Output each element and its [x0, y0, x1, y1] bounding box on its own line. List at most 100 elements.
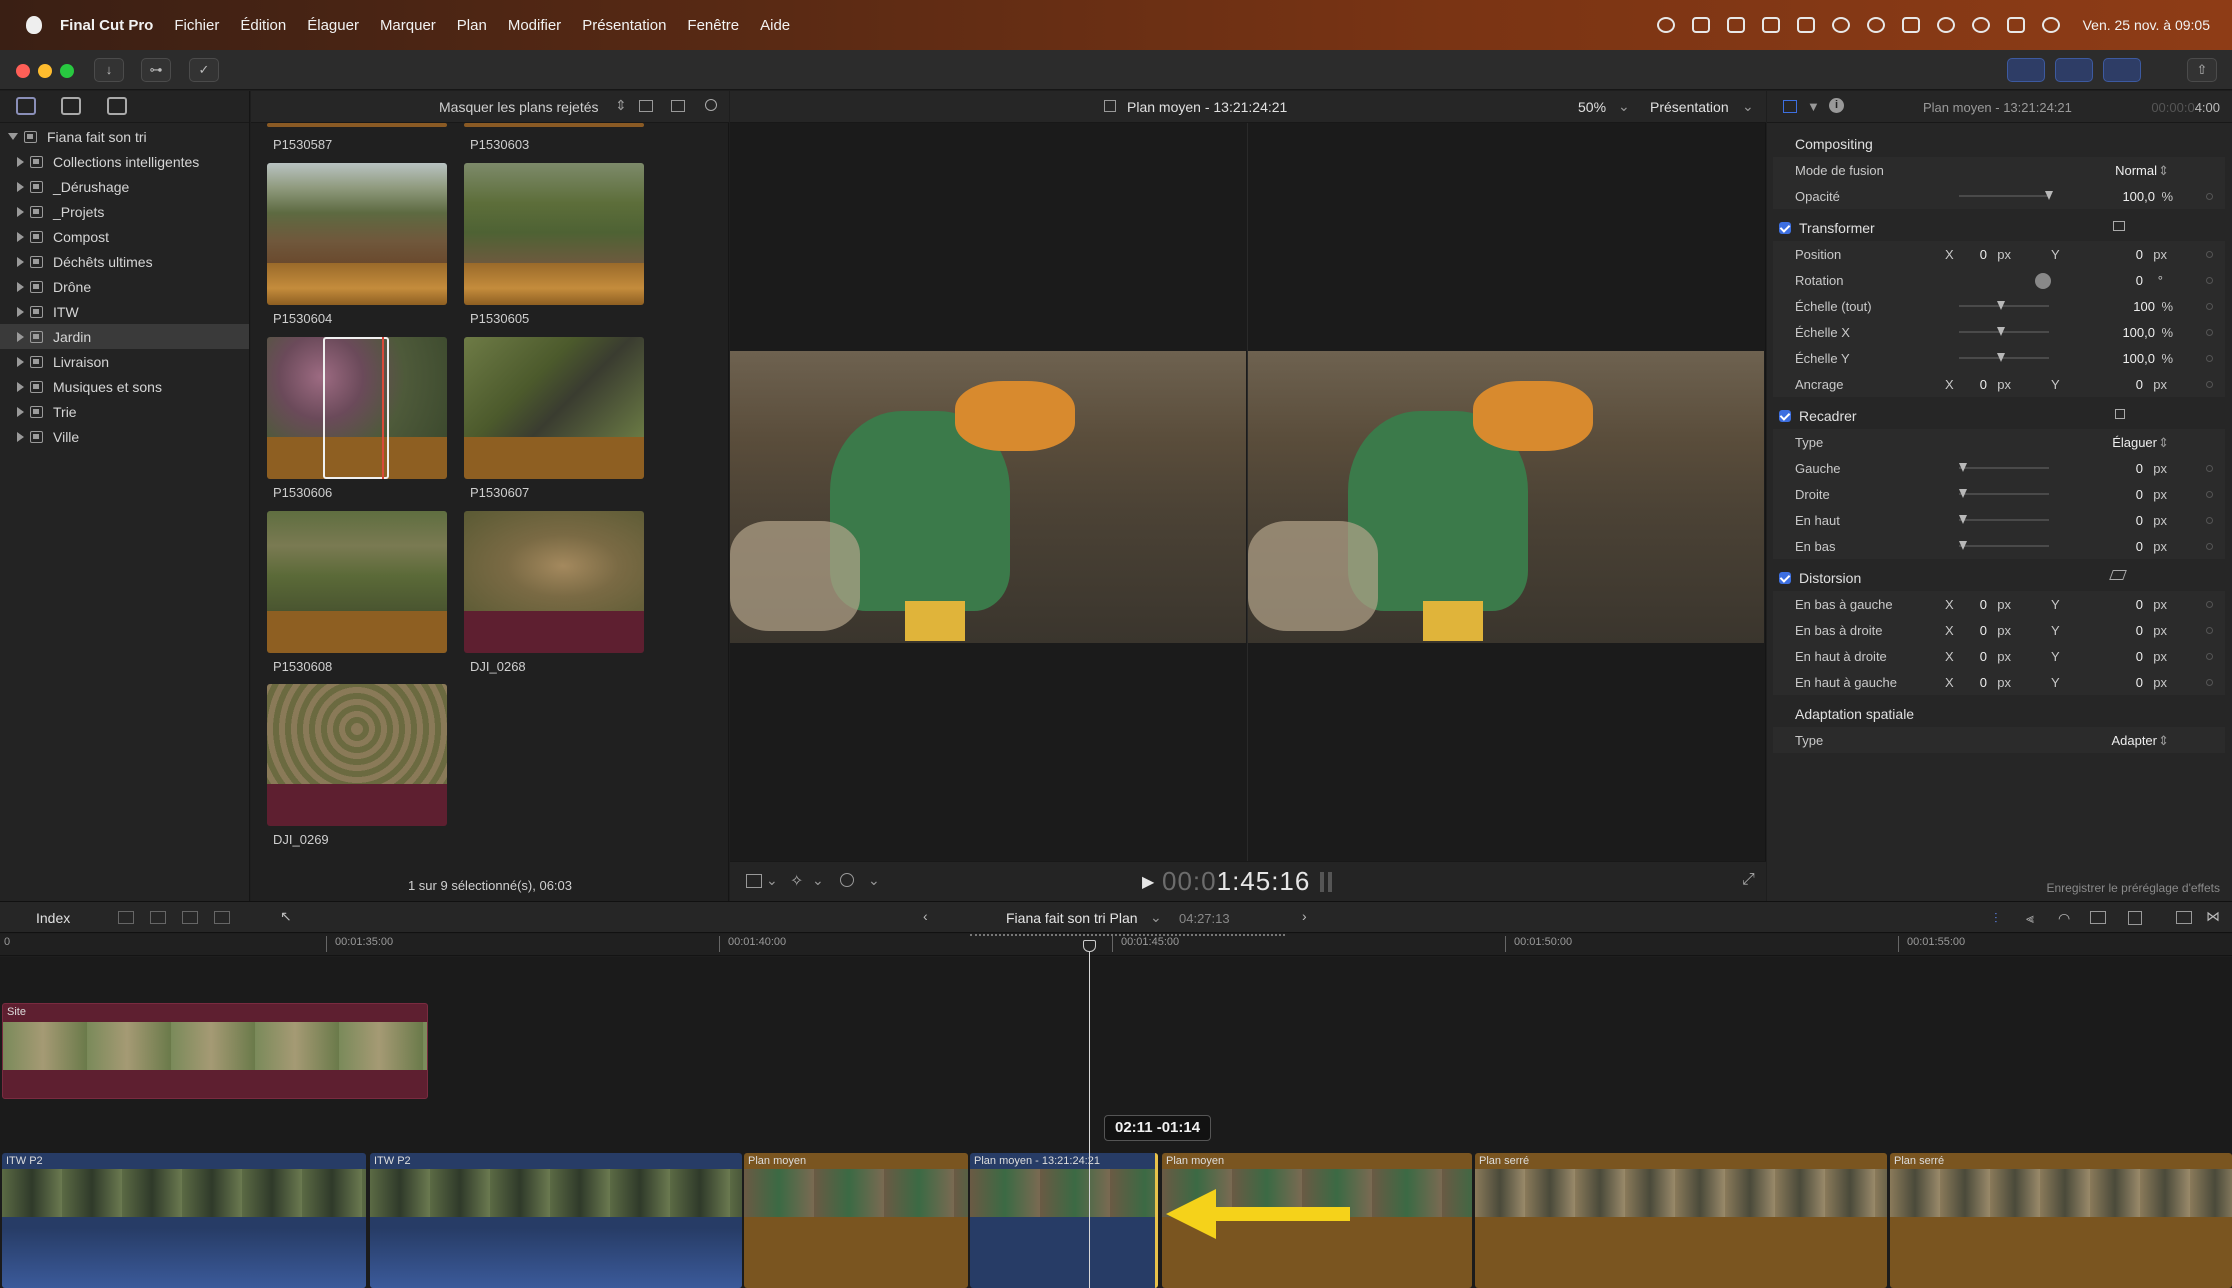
scale-all-slider[interactable]: [1959, 301, 2049, 310]
distort-value[interactable]: 0: [1980, 675, 1987, 690]
clip-thumbnail-partial[interactable]: [267, 123, 447, 127]
disclosure-icon[interactable]: [17, 331, 24, 342]
append-clip-icon[interactable]: [182, 911, 198, 924]
photos-audio-icon[interactable]: [61, 97, 81, 115]
menu-elaguer[interactable]: Élaguer: [307, 17, 359, 34]
crop-controls-icon[interactable]: [2115, 409, 2125, 419]
inspector-toggle-button[interactable]: [2103, 58, 2141, 82]
clip-thumbnail-selected[interactable]: [267, 337, 447, 479]
chevron-down-icon[interactable]: ⌄: [766, 872, 778, 889]
timeline-clip[interactable]: Plan serré: [1475, 1153, 1887, 1288]
menu-marquer[interactable]: Marquer: [380, 17, 436, 34]
disclosure-open-icon[interactable]: [8, 133, 18, 140]
sidebar-item-drone[interactable]: Drône: [0, 274, 249, 299]
scale-x-value[interactable]: 100,0: [2122, 325, 2155, 340]
spatial-conform-section[interactable]: Adaptation spatiale: [1773, 701, 2225, 727]
enhance-wand-icon[interactable]: ✧: [790, 871, 803, 891]
insert-clip-icon[interactable]: [150, 911, 166, 924]
close-window-button[interactable]: [16, 64, 30, 78]
scale-y-value[interactable]: 100,0: [2122, 351, 2155, 366]
timeline-index-button[interactable]: Index: [36, 910, 70, 926]
search-icon[interactable]: [705, 99, 717, 111]
titles-generators-icon[interactable]: [107, 97, 127, 115]
keyframe-button[interactable]: [2206, 381, 2213, 388]
disclosure-icon[interactable]: [17, 381, 24, 392]
skimming-icon[interactable]: ⫶: [1994, 910, 1998, 927]
finder-icon[interactable]: [1691, 17, 1710, 33]
effects-browser-icon[interactable]: [2176, 911, 2192, 924]
timeline-clip[interactable]: Plan moyen: [744, 1153, 968, 1288]
keyframe-button[interactable]: [2206, 251, 2213, 258]
browser-toggle-button[interactable]: [2007, 58, 2045, 82]
distort-value[interactable]: 0: [1980, 623, 1987, 638]
retime-speed-icon[interactable]: [840, 873, 854, 887]
distort-value[interactable]: 0: [2136, 675, 2143, 690]
battery-icon[interactable]: [1901, 17, 1920, 33]
keyframe-button[interactable]: [2206, 329, 2213, 336]
siri-icon[interactable]: [2041, 17, 2060, 33]
menu-aide[interactable]: Aide: [760, 17, 790, 34]
crop-type-popup[interactable]: Élaguer: [2112, 435, 2157, 450]
minimize-window-button[interactable]: [38, 64, 52, 78]
keyframe-button[interactable]: [2206, 679, 2213, 686]
sidebar-item-derushage[interactable]: _Dérushage: [0, 174, 249, 199]
sidebar-item-musiques[interactable]: Musiques et sons: [0, 374, 249, 399]
sidebar-item-collections[interactable]: Collections intelligentes: [0, 149, 249, 174]
blend-mode-popup[interactable]: Normal: [2115, 163, 2157, 178]
clip-thumbnail[interactable]: [267, 163, 447, 305]
keyframe-button[interactable]: [2206, 543, 2213, 550]
rotation-value[interactable]: 0: [2136, 273, 2143, 288]
document-icon[interactable]: [1726, 17, 1745, 33]
timeline-toggle-button[interactable]: [2055, 58, 2093, 82]
record-icon[interactable]: [1656, 17, 1675, 33]
playhead-handle[interactable]: [1083, 940, 1096, 952]
disclosure-icon[interactable]: [17, 256, 24, 267]
zoom-window-button[interactable]: [60, 64, 74, 78]
crop-top-value[interactable]: 0: [2136, 513, 2143, 528]
info-icon[interactable]: i: [1829, 98, 1844, 113]
slider-knob[interactable]: [1959, 541, 1967, 550]
history-back-icon[interactable]: ‹: [923, 908, 928, 924]
crop-section[interactable]: Recadrer: [1773, 403, 2225, 429]
slider-knob[interactable]: [1959, 489, 1967, 498]
filter-popup[interactable]: Masquer les plans rejetés: [439, 99, 599, 115]
onscreen-controls-icon[interactable]: [2113, 221, 2125, 231]
anchor-x-value[interactable]: 0: [1980, 377, 1987, 392]
enable-checkbox[interactable]: [1779, 572, 1791, 584]
slider-knob[interactable]: [1959, 515, 1967, 524]
distort-controls-icon[interactable]: [2109, 570, 2127, 580]
disclosure-icon[interactable]: [17, 156, 24, 167]
time-machine-icon[interactable]: [1831, 17, 1850, 33]
sidebar-item-projets[interactable]: _Projets: [0, 199, 249, 224]
chevron-down-icon[interactable]: ⌄: [868, 872, 880, 889]
disclosure-icon[interactable]: [17, 281, 24, 292]
libraries-icon[interactable]: [16, 97, 36, 115]
timeline-clip-selected[interactable]: Plan moyen - 13:21:24:21: [970, 1153, 1158, 1288]
clip-thumbnail[interactable]: [267, 684, 447, 826]
menu-plan[interactable]: Plan: [457, 17, 487, 34]
view-options-popup[interactable]: Présentation: [1650, 99, 1729, 115]
clip-thumbnail-partial[interactable]: [464, 123, 644, 127]
save-effects-preset-button[interactable]: Enregistrer le préréglage d'effets: [2046, 881, 2220, 895]
position-x-value[interactable]: 0: [1980, 247, 1987, 262]
play-icon[interactable]: [1866, 17, 1885, 33]
clip-thumbnail[interactable]: [464, 511, 644, 653]
distort-value[interactable]: 0: [1980, 649, 1987, 664]
opacity-slider[interactable]: [1959, 191, 2053, 200]
distortion-section[interactable]: Distorsion: [1773, 565, 2225, 591]
connected-clip[interactable]: Site: [2, 1003, 428, 1099]
transform-section[interactable]: Transformer: [1773, 215, 2225, 241]
keyframe-button[interactable]: [2206, 465, 2213, 472]
disclosure-icon[interactable]: [17, 206, 24, 217]
clip-appearance-icon[interactable]: [639, 100, 653, 112]
keyframe-button[interactable]: [2206, 355, 2213, 362]
sidebar-item-jardin[interactable]: Jardin: [0, 324, 249, 349]
disclosure-icon[interactable]: [17, 406, 24, 417]
crop-bottom-slider[interactable]: [1959, 541, 2049, 550]
video-inspector-icon[interactable]: [1783, 100, 1797, 113]
disclosure-icon[interactable]: [17, 431, 24, 442]
crop-left-slider[interactable]: [1959, 463, 2049, 472]
zoom-popup[interactable]: 50%: [1578, 99, 1606, 115]
keyframe-button[interactable]: [2206, 601, 2213, 608]
slider-knob[interactable]: [1997, 353, 2005, 362]
